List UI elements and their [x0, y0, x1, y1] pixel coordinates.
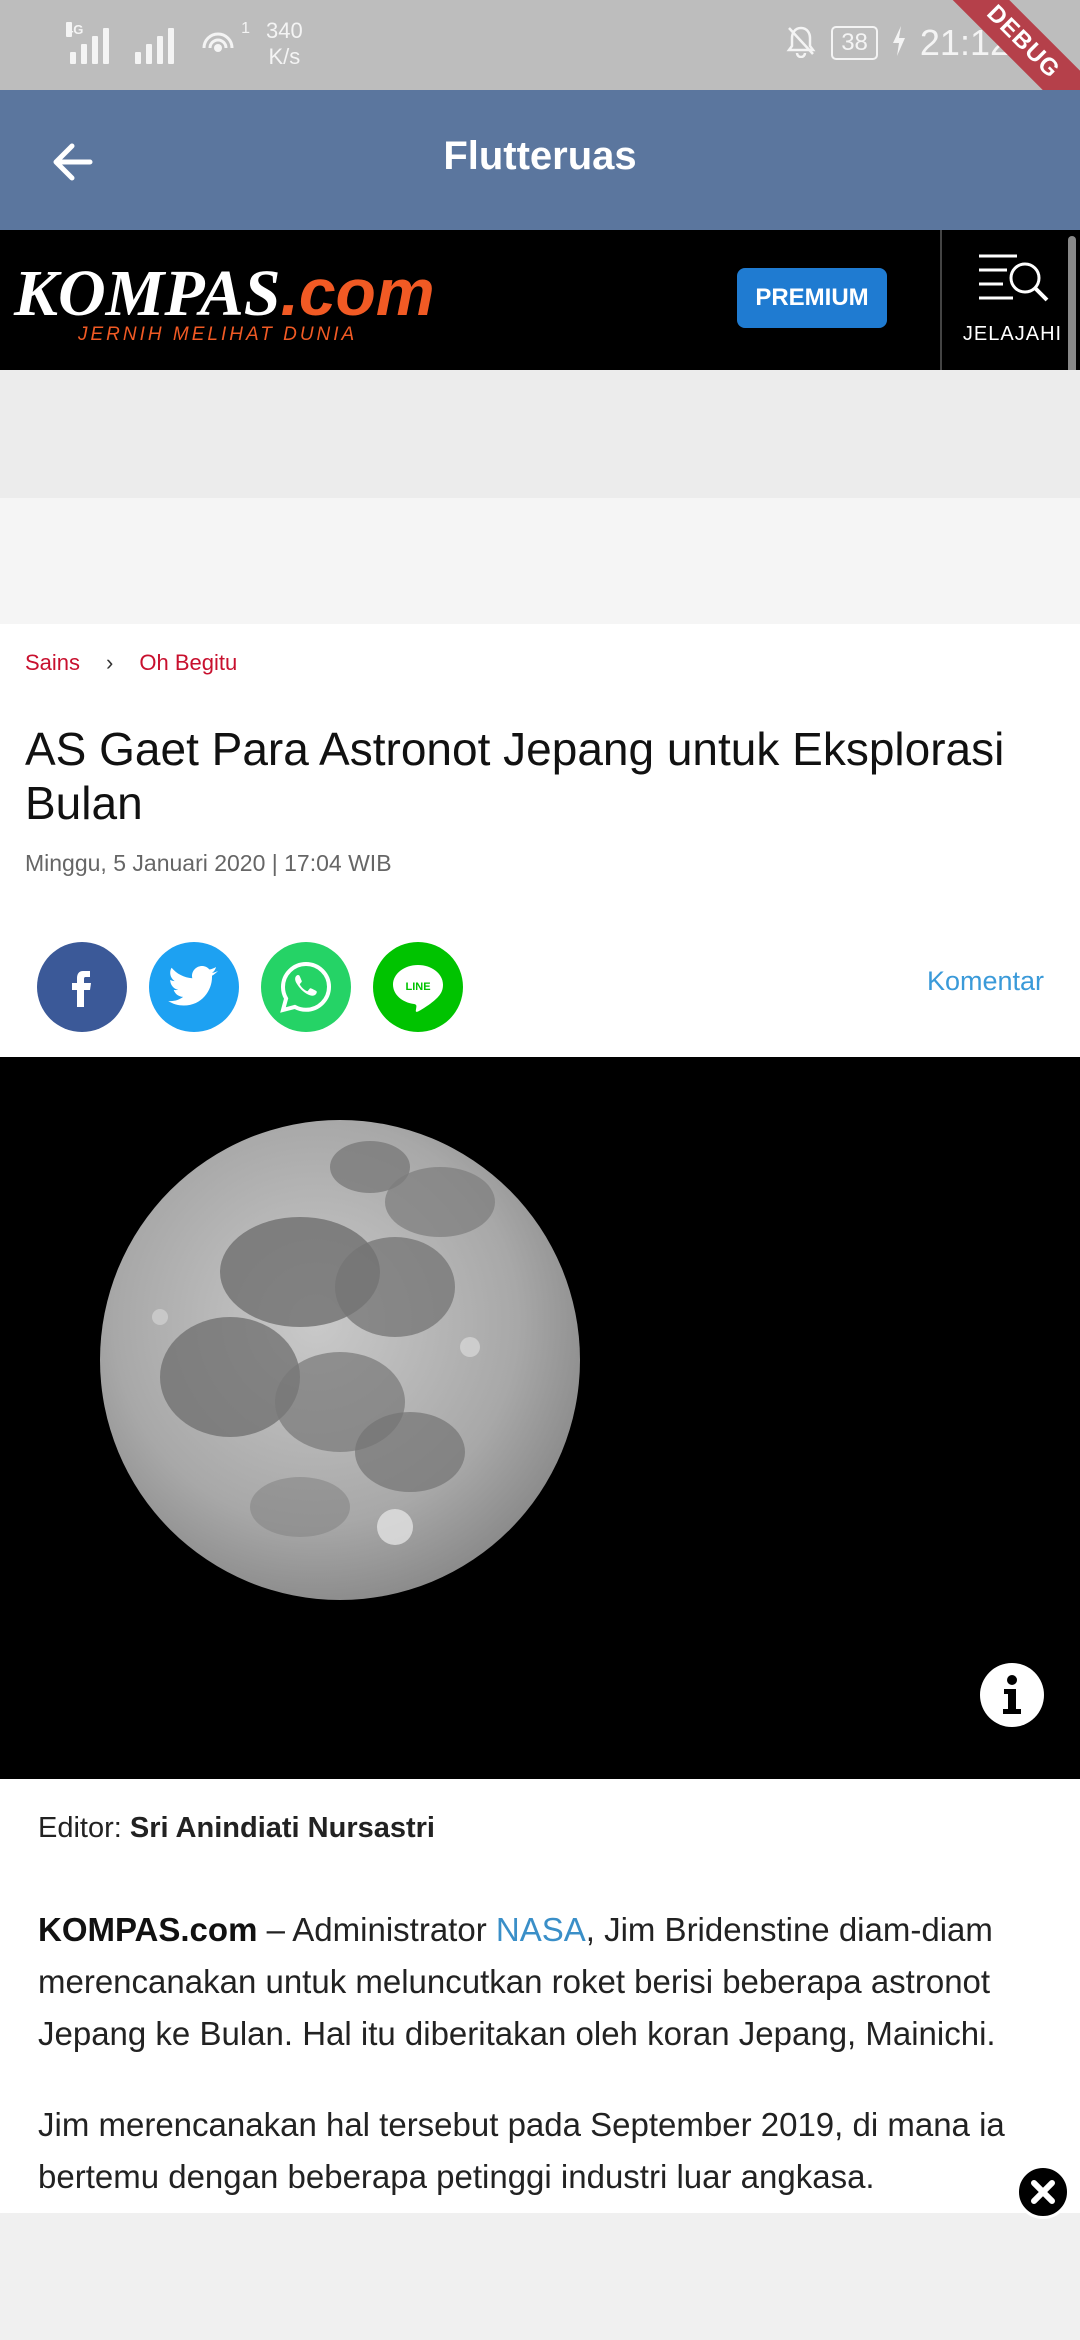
- facebook-icon: [72, 971, 91, 1007]
- cell-signal-4g-icon: 4G: [66, 22, 109, 64]
- share-facebook-button[interactable]: [37, 942, 127, 1032]
- kompas-header: KOMPAS.com JERNIH MELIHAT DUNIA PREMIUM …: [0, 230, 1080, 370]
- premium-button[interactable]: PREMIUM: [737, 268, 887, 328]
- image-info-button[interactable]: [980, 1663, 1044, 1727]
- nasa-link[interactable]: NASA: [496, 1911, 586, 1948]
- app-bar: Flutteruas: [0, 90, 1080, 230]
- line-icon: LINE: [393, 965, 443, 1012]
- menu-search-icon: [978, 254, 1048, 302]
- app-title: Flutteruas: [443, 134, 637, 178]
- paragraph-dash: – Administrator: [257, 1911, 496, 1948]
- svg-text:LINE: LINE: [405, 981, 430, 993]
- wifi-hotspot-icon: 1: [200, 20, 250, 64]
- editor-name: Sri Anindiati Nursastri: [129, 1812, 435, 1844]
- battery-level: 38: [831, 26, 878, 60]
- share-twitter-button[interactable]: [149, 942, 239, 1032]
- share-whatsapp-button[interactable]: [261, 942, 351, 1032]
- share-line-button[interactable]: LINE: [373, 942, 463, 1032]
- article-date: Minggu, 5 Januari 2020 | 17:04 WIB: [25, 850, 392, 876]
- charging-icon: [892, 25, 906, 61]
- explore-button[interactable]: JELAJAHI: [955, 250, 1070, 346]
- cell-signal-icon: [135, 24, 174, 64]
- info-icon: [1003, 1675, 1021, 1714]
- editor-label: Editor:: [38, 1812, 122, 1844]
- wifi-badge: 1: [241, 20, 250, 37]
- breadcrumb-separator: ›: [106, 650, 114, 675]
- article-paragraph-1: KOMPAS.com – Administrator NASA, Jim Bri…: [38, 1904, 1048, 2060]
- header-divider: [940, 230, 942, 370]
- breadcrumb-item-oh-begitu[interactable]: Oh Begitu: [139, 650, 237, 676]
- article-title: AS Gaet Para Astronot Jepang untuk Ekspl…: [25, 723, 1005, 829]
- share-buttons: LINE: [37, 942, 463, 1032]
- paragraph-lead: KOMPAS.com: [38, 1911, 258, 1948]
- logo-suffix: .com: [280, 255, 435, 329]
- net-speed: 340 K/s: [266, 18, 303, 70]
- article-image[interactable]: [0, 1057, 1080, 1779]
- comment-link[interactable]: Komentar: [927, 966, 1044, 997]
- kompas-logo[interactable]: KOMPAS.com: [14, 254, 435, 332]
- network-type-label: 4G: [66, 22, 84, 37]
- breadcrumb-item-sains[interactable]: Sains: [25, 650, 80, 676]
- status-bar: 4G 1 340 K/s 38 21:12 DEBUG: [0, 0, 1080, 138]
- logo-main: KOMPAS: [14, 257, 281, 330]
- notifications-off-icon: [785, 24, 817, 63]
- twitter-icon: [168, 966, 218, 1006]
- status-left: 4G 1 340 K/s: [66, 18, 303, 70]
- article-editor: Editor: Sri Anindiati Nursastri: [38, 1812, 435, 1845]
- moon-image: [100, 1120, 580, 1600]
- breadcrumb: Sains › Oh Begitu: [25, 650, 237, 676]
- article-paragraph-2: Jim merencanakan hal tersebut pada Septe…: [38, 2106, 1005, 2195]
- ad-placeholder: [0, 370, 1080, 498]
- explore-label: JELAJAHI: [962, 323, 1063, 345]
- net-speed-value: 340: [266, 18, 303, 43]
- close-icon: [1031, 2180, 1055, 2204]
- close-ad-button[interactable]: [1016, 2165, 1070, 2219]
- status-right: 38 21:12: [785, 22, 1010, 64]
- net-speed-unit: K/s: [268, 44, 301, 69]
- bottom-ad-bar: [0, 2213, 1080, 2340]
- whatsapp-icon: [280, 961, 332, 1013]
- ad-spacer: [0, 498, 1080, 624]
- kompas-tagline: JERNIH MELIHAT DUNIA: [78, 324, 358, 345]
